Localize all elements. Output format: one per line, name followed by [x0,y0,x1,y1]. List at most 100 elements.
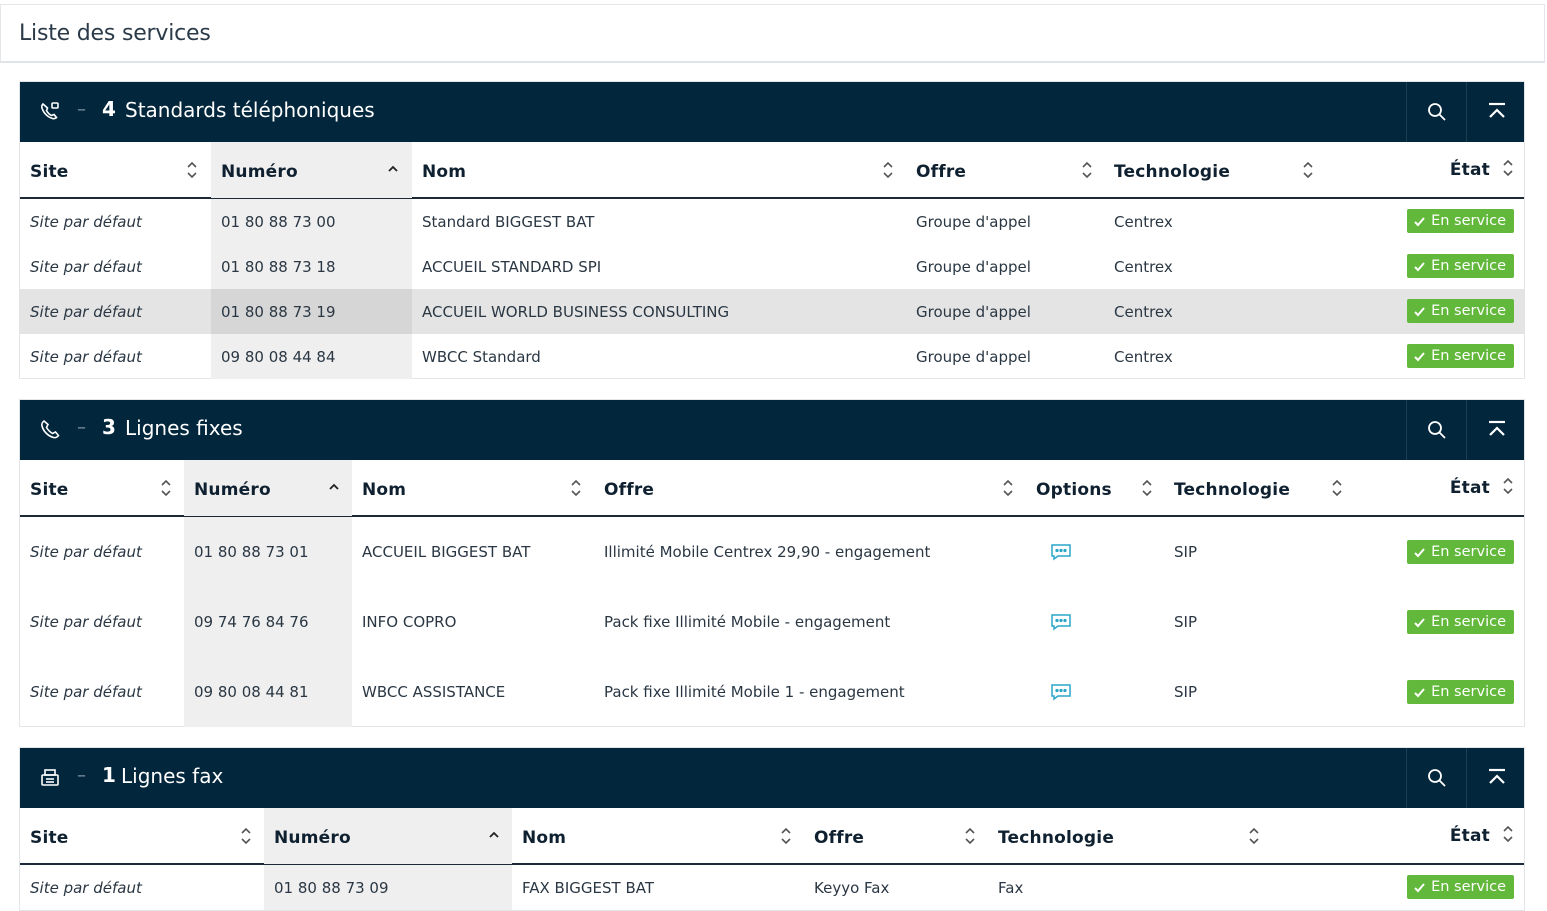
collapse-button[interactable] [1466,748,1526,808]
sort-icon [1503,159,1513,177]
phone-switchboard-icon [41,102,59,120]
cell-offre: Groupe d'appel [916,302,1031,321]
table-row[interactable]: Site par défaut 01 80 88 73 01 ACCUEIL B… [20,517,1524,587]
status-badge: En service [1407,540,1514,564]
table-row[interactable]: Site par défaut 09 74 76 84 76 INFO COPR… [20,587,1524,657]
cell-numero: 09 74 76 84 76 [184,587,352,657]
col-nom[interactable]: Nom [412,142,906,198]
cell-nom: WBCC ASSISTANCE [362,683,506,701]
table-row[interactable]: Site par défaut 01 80 88 73 09 FAX BIGGE… [20,865,1524,910]
sort-icon [1003,479,1013,497]
cell-nom: ACCUEIL STANDARD SPI [422,257,602,276]
col-nom[interactable]: Nom [352,460,594,516]
sort-icon [965,827,975,845]
table-header: Site Numéro Nom Offre Options Technologi… [20,460,1524,517]
cell-site: Site par défaut [30,257,142,276]
check-icon [1414,261,1425,271]
search-button[interactable] [1406,400,1466,460]
cell-technologie: SIP [1174,613,1197,631]
search-icon [1428,769,1446,787]
cell-technologie: Centrex [1114,302,1173,321]
section-count: 3 [102,415,116,439]
check-icon [1414,547,1425,557]
collapse-button[interactable] [1466,82,1526,142]
section-title: Standards téléphoniques [125,98,375,122]
section-title: Lignes fax [121,764,224,788]
search-button[interactable] [1406,748,1466,808]
cell-options [1026,587,1164,657]
sort-icon [241,827,251,845]
cell-options [1026,517,1164,587]
col-offre[interactable]: Offre [906,142,1104,198]
col-numero[interactable]: Numéro [211,142,412,198]
table-row[interactable]: Site par défaut 01 80 88 73 00 Standard … [20,199,1524,244]
cell-numero: 09 80 08 44 81 [184,657,352,727]
cell-offre: Groupe d'appel [916,347,1031,366]
message-icon[interactable] [1050,613,1072,631]
message-icon[interactable] [1050,543,1072,561]
collapse-button[interactable] [1466,400,1526,460]
table-row[interactable]: Site par défaut 01 80 88 73 19 ACCUEIL W… [20,289,1524,334]
section-lignes-fax: – 1 Lignes fax Site Numéro Nom Offre Tec… [19,747,1525,911]
status-badge: En service [1407,254,1514,278]
cell-site: Site par défaut [30,613,142,631]
table-row[interactable]: Site par défaut 01 80 88 73 18 ACCUEIL S… [20,244,1524,289]
table-row[interactable]: Site par défaut 09 80 08 44 81 WBCC ASSI… [20,657,1524,727]
cell-site: Site par défaut [30,543,142,561]
sort-icon [1249,827,1259,845]
cell-site: Site par défaut [30,212,142,231]
cell-offre: Pack fixe Illimité Mobile - engagement [604,613,891,631]
sort-asc-icon [388,165,398,172]
col-technologie[interactable]: Technologie [1164,460,1344,516]
col-etat[interactable]: État [1324,142,1526,198]
status-badge: En service [1407,875,1514,899]
cell-numero: 01 80 88 73 01 [184,517,352,587]
sort-icon [883,161,893,179]
col-offre[interactable]: Offre [594,460,1026,516]
section-standards: – 4 Standards téléphoniques Site Numéro … [19,81,1525,379]
cell-nom: INFO COPRO [362,613,457,631]
table-header: Site Numéro Nom Offre Technologie État [20,142,1524,199]
status-badge: En service [1407,299,1514,323]
search-button[interactable] [1406,82,1466,142]
col-site[interactable]: Site [20,142,211,198]
cell-technologie: Centrex [1114,257,1173,276]
col-etat[interactable]: État [1324,808,1526,864]
cell-technologie: Fax [998,878,1024,897]
col-options[interactable]: Options [1026,460,1164,516]
col-technologie[interactable]: Technologie [1104,142,1324,198]
cell-numero: 01 80 88 73 00 [211,199,412,244]
table-header: Site Numéro Nom Offre Technologie État [20,808,1524,865]
section-header: – 4 Standards téléphoniques [20,82,1524,142]
section-header: – 1 Lignes fax [20,748,1524,808]
collapse-icon [1489,768,1505,784]
sort-icon [1503,477,1513,495]
section-lignes-fixes: – 3 Lignes fixes Site Numéro Nom Offre O… [19,399,1525,727]
table-row[interactable]: Site par défaut 09 80 08 44 84 WBCC Stan… [20,334,1524,379]
cell-technologie: SIP [1174,543,1197,561]
sort-icon [1303,161,1313,179]
search-icon [1428,421,1446,439]
cell-offre: Keyyo Fax [814,878,890,897]
col-etat[interactable]: État [1344,460,1526,516]
cell-site: Site par défaut [30,683,142,701]
col-nom[interactable]: Nom [512,808,804,864]
section-title: Lignes fixes [125,416,243,440]
col-site[interactable]: Site [20,460,184,516]
col-numero[interactable]: Numéro [184,460,352,516]
section-separator: – [77,417,86,438]
col-numero[interactable]: Numéro [264,808,512,864]
cell-numero: 01 80 88 73 19 [211,289,412,334]
sort-asc-icon [489,831,499,838]
message-icon[interactable] [1050,683,1072,701]
cell-technologie: SIP [1174,683,1197,701]
col-technologie[interactable]: Technologie [988,808,1259,864]
collapse-icon [1489,102,1505,118]
col-offre[interactable]: Offre [804,808,988,864]
sort-icon [1332,479,1342,497]
col-site[interactable]: Site [20,808,264,864]
page-title: Liste des services [19,21,211,46]
cell-nom: ACCUEIL BIGGEST BAT [362,543,531,561]
cell-offre: Illimité Mobile Centrex 29,90 - engageme… [604,543,931,561]
sort-icon [161,479,171,497]
